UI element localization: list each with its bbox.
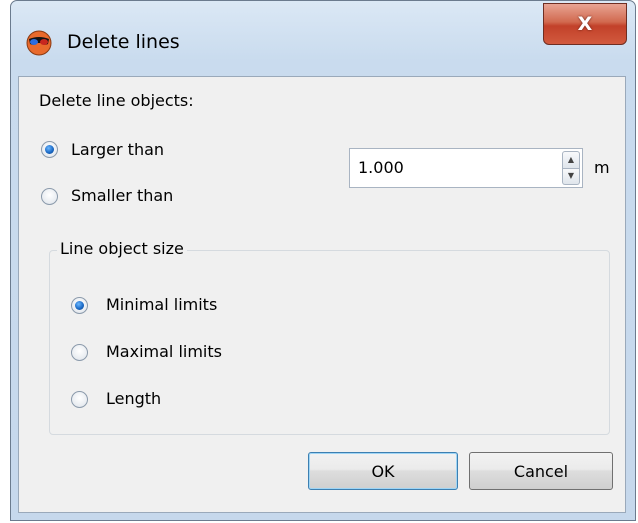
line-object-size-group: Line object size Minimal limits Maximal …	[49, 239, 610, 435]
dialog-body: Delete line objects: Larger than Smaller…	[18, 76, 626, 513]
delete-section-label: Delete line objects:	[39, 91, 194, 110]
window-title: Delete lines	[67, 31, 180, 53]
size-unit-label: m	[594, 158, 610, 177]
spin-buttons: ▲ ▼	[562, 151, 580, 185]
length-label[interactable]: Length	[106, 389, 161, 408]
maximal-limits-label[interactable]: Maximal limits	[106, 342, 222, 361]
arrow-up-icon[interactable]: ▲	[562, 151, 580, 169]
smaller-than-label[interactable]: Smaller than	[71, 186, 173, 205]
radio-length[interactable]	[71, 391, 88, 408]
radio-larger-than[interactable]	[41, 141, 58, 158]
size-value[interactable]: 1.000	[358, 158, 404, 177]
dialog-window: Delete lines X Delete line objects: Larg…	[10, 0, 636, 521]
radio-smaller-than[interactable]	[41, 188, 58, 205]
arrow-down-icon[interactable]: ▼	[562, 168, 580, 185]
radio-minimal-limits[interactable]	[71, 297, 88, 314]
sunglasses-globe-icon	[26, 30, 52, 56]
group-title: Line object size	[57, 239, 187, 258]
ok-button[interactable]: OK	[308, 452, 458, 490]
larger-than-label[interactable]: Larger than	[71, 140, 164, 159]
close-button[interactable]: X	[543, 3, 627, 45]
minimal-limits-label[interactable]: Minimal limits	[106, 295, 217, 314]
title-bar[interactable]: Delete lines X	[11, 1, 635, 75]
size-spinbox[interactable]: 1.000 ▲ ▼	[349, 148, 583, 188]
close-icon: X	[577, 13, 593, 35]
radio-maximal-limits[interactable]	[71, 344, 88, 361]
cancel-button[interactable]: Cancel	[469, 452, 613, 490]
